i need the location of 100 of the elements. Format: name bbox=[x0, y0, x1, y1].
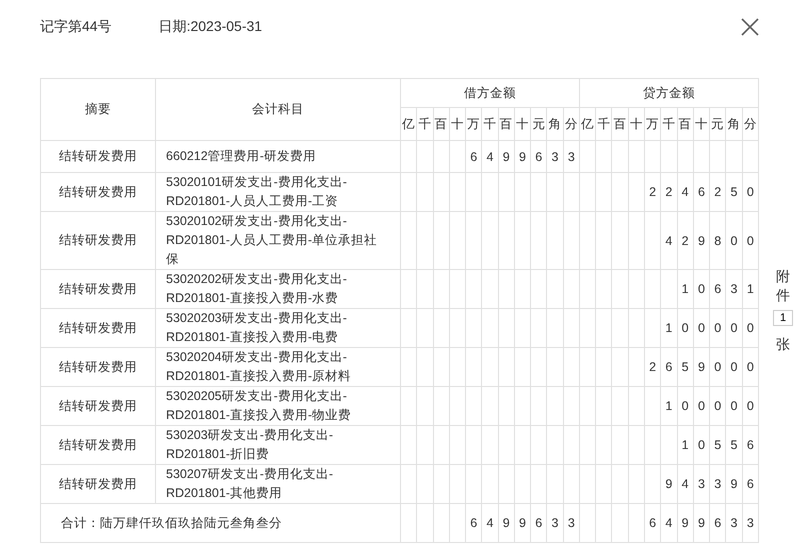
amount-digit: 0 bbox=[742, 212, 758, 270]
amount-digit: 6 bbox=[530, 504, 547, 542]
amount-digit: 6 bbox=[660, 348, 678, 386]
unit-header: 百 bbox=[677, 108, 694, 140]
amount-digit: 1 bbox=[677, 270, 694, 308]
unit-header: 千 bbox=[660, 108, 678, 140]
amount-digit: 4 bbox=[482, 140, 498, 172]
amount-digit: 3 bbox=[546, 504, 564, 542]
amount-digit: 0 bbox=[742, 308, 758, 348]
attachment-unit-label: 张 bbox=[776, 336, 790, 354]
attachment-count-field[interactable]: 1 bbox=[773, 310, 793, 326]
unit-header: 角 bbox=[726, 108, 742, 140]
amount-digit: 1 bbox=[660, 308, 678, 348]
summary-cell: 结转研发费用 bbox=[40, 172, 156, 212]
amount-digit: 1 bbox=[742, 270, 758, 308]
amount-digit: 2 bbox=[644, 348, 661, 386]
amount-digit: 0 bbox=[726, 348, 742, 386]
amount-digit: 3 bbox=[726, 270, 742, 308]
amount-digit: 6 bbox=[742, 464, 758, 504]
unit-header: 万 bbox=[466, 108, 482, 140]
amount-digit: 3 bbox=[563, 140, 580, 172]
amount-digit: 1 bbox=[677, 426, 694, 464]
amount-digit: 0 bbox=[693, 386, 710, 426]
amount-digit: 5 bbox=[677, 348, 694, 386]
unit-header: 亿 bbox=[400, 108, 417, 140]
amount-digit: 6 bbox=[693, 172, 710, 212]
unit-header: 百 bbox=[433, 108, 450, 140]
amount-digit: 3 bbox=[710, 464, 726, 504]
unit-header: 分 bbox=[742, 108, 758, 140]
amount-digit: 0 bbox=[710, 348, 726, 386]
amount-digit: 0 bbox=[726, 212, 742, 270]
unit-header: 元 bbox=[710, 108, 726, 140]
amount-digit: 2 bbox=[710, 172, 726, 212]
column-header: 会计科目 bbox=[156, 78, 400, 140]
amount-digit: 6 bbox=[466, 140, 482, 172]
account-cell: 53020102研发支出-费用化支出-RD201801-人员人工费用-单位承担社保 bbox=[156, 212, 400, 270]
summary-cell: 结转研发费用 bbox=[40, 140, 156, 172]
account-cell: 53020101研发支出-费用化支出-RD201801-人员人工费用-工资 bbox=[156, 172, 400, 212]
amount-digit: 5 bbox=[726, 426, 742, 464]
close-button[interactable] bbox=[740, 17, 760, 37]
summary-cell: 结转研发费用 bbox=[40, 270, 156, 308]
amount-digit: 0 bbox=[693, 270, 710, 308]
amount-digit: 0 bbox=[742, 348, 758, 386]
amount-digit: 8 bbox=[710, 212, 726, 270]
amount-digit: 9 bbox=[693, 348, 710, 386]
amount-digit: 9 bbox=[498, 504, 514, 542]
unit-header: 十 bbox=[514, 108, 531, 140]
account-cell: 53020204研发支出-费用化支出-RD201801-直接投入费用-原材料 bbox=[156, 348, 400, 386]
amount-digit: 2 bbox=[644, 172, 661, 212]
amount-digit: 9 bbox=[693, 504, 710, 542]
amount-digit: 9 bbox=[660, 464, 678, 504]
unit-header: 元 bbox=[530, 108, 547, 140]
account-cell: 53020205研发支出-费用化支出-RD201801-直接投入费用-物业费 bbox=[156, 386, 400, 426]
amount-digit: 6 bbox=[530, 140, 547, 172]
account-cell: 660212管理费用-研发费用 bbox=[156, 140, 400, 172]
amount-digit: 3 bbox=[563, 504, 580, 542]
unit-header: 亿 bbox=[579, 108, 596, 140]
unit-header: 分 bbox=[563, 108, 580, 140]
unit-header: 十 bbox=[693, 108, 710, 140]
amount-digit: 5 bbox=[710, 426, 726, 464]
amount-digit: 4 bbox=[482, 504, 498, 542]
summary-cell: 结转研发费用 bbox=[40, 348, 156, 386]
summary-cell: 结转研发费用 bbox=[40, 426, 156, 464]
unit-header: 百 bbox=[498, 108, 514, 140]
account-cell: 53020203研发支出-费用化支出-RD201801-直接投入费用-电费 bbox=[156, 308, 400, 348]
unit-header: 千 bbox=[596, 108, 612, 140]
amount-digit: 4 bbox=[660, 212, 678, 270]
amount-digit: 0 bbox=[726, 308, 742, 348]
amount-digit: 2 bbox=[660, 172, 678, 212]
amount-digit: 9 bbox=[726, 464, 742, 504]
amount-digit: 0 bbox=[677, 386, 694, 426]
amount-digit: 6 bbox=[644, 504, 661, 542]
amount-digit: 0 bbox=[726, 386, 742, 426]
summary-cell: 结转研发费用 bbox=[40, 212, 156, 270]
summary-cell: 结转研发费用 bbox=[40, 308, 156, 348]
summary-cell: 结转研发费用 bbox=[40, 464, 156, 504]
amount-digit: 6 bbox=[466, 504, 482, 542]
amount-digit: 3 bbox=[742, 504, 758, 542]
amount-digit: 9 bbox=[498, 140, 514, 172]
amount-digit: 0 bbox=[742, 172, 758, 212]
amount-digit: 3 bbox=[693, 464, 710, 504]
account-cell: 53020202研发支出-费用化支出-RD201801-直接投入费用-水费 bbox=[156, 270, 400, 308]
amount-digit: 0 bbox=[693, 426, 710, 464]
unit-header: 角 bbox=[546, 108, 564, 140]
unit-header: 十 bbox=[628, 108, 644, 140]
amount-digit: 0 bbox=[710, 386, 726, 426]
account-cell: 530203研发支出-费用化支出-RD201801-折旧费 bbox=[156, 426, 400, 464]
amount-digit: 5 bbox=[726, 172, 742, 212]
amount-digit: 3 bbox=[726, 504, 742, 542]
amount-digit: 9 bbox=[677, 504, 694, 542]
amount-digit: 9 bbox=[514, 504, 531, 542]
amount-digit: 9 bbox=[514, 140, 531, 172]
amount-digit: 4 bbox=[677, 464, 694, 504]
amount-digit: 0 bbox=[710, 308, 726, 348]
voucher-date: 日期:2023-05-31 bbox=[158, 18, 262, 36]
column-header: 摘要 bbox=[40, 78, 156, 140]
amount-digit: 6 bbox=[710, 504, 726, 542]
close-icon bbox=[740, 17, 760, 37]
unit-header: 千 bbox=[482, 108, 498, 140]
amount-digit: 1 bbox=[660, 386, 678, 426]
